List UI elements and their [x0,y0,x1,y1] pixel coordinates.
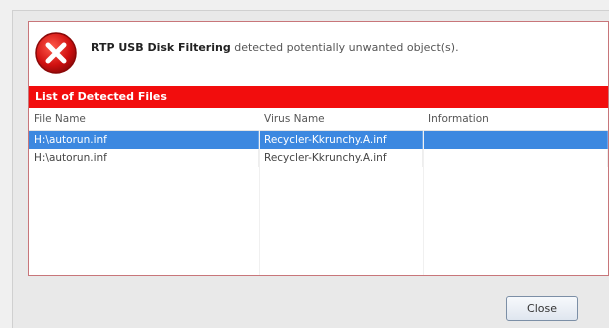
column-header-information[interactable]: Information [423,108,608,130]
detected-files-table: File Name Virus Name Information H:\auto… [29,108,608,275]
column-header-file-name[interactable]: File Name [29,108,259,130]
cell-information [423,149,608,167]
cell-information [423,131,608,149]
cell-virus-name: Recycler-Kkrunchy.A.inf [259,149,423,167]
cell-virus-name: Recycler-Kkrunchy.A.inf [259,131,423,149]
detection-message: RTP USB Disk Filtering detected potentia… [91,41,459,54]
table-row[interactable]: H:\autorun.inf Recycler-Kkrunchy.A.inf [29,131,608,149]
table-header: File Name Virus Name Information [29,108,608,131]
message-text: detected potentially unwanted object(s). [230,41,459,54]
table-row[interactable]: H:\autorun.inf Recycler-Kkrunchy.A.inf [29,149,608,167]
detection-panel: RTP USB Disk Filtering detected potentia… [28,21,609,276]
product-name: RTP USB Disk Filtering [91,41,231,54]
error-x-icon [34,31,78,75]
cell-file-name: H:\autorun.inf [29,131,259,149]
cell-file-name: H:\autorun.inf [29,149,259,167]
close-button[interactable]: Close [506,296,578,321]
section-title-bar: List of Detected Files [29,86,608,108]
column-header-virus-name[interactable]: Virus Name [259,108,423,130]
